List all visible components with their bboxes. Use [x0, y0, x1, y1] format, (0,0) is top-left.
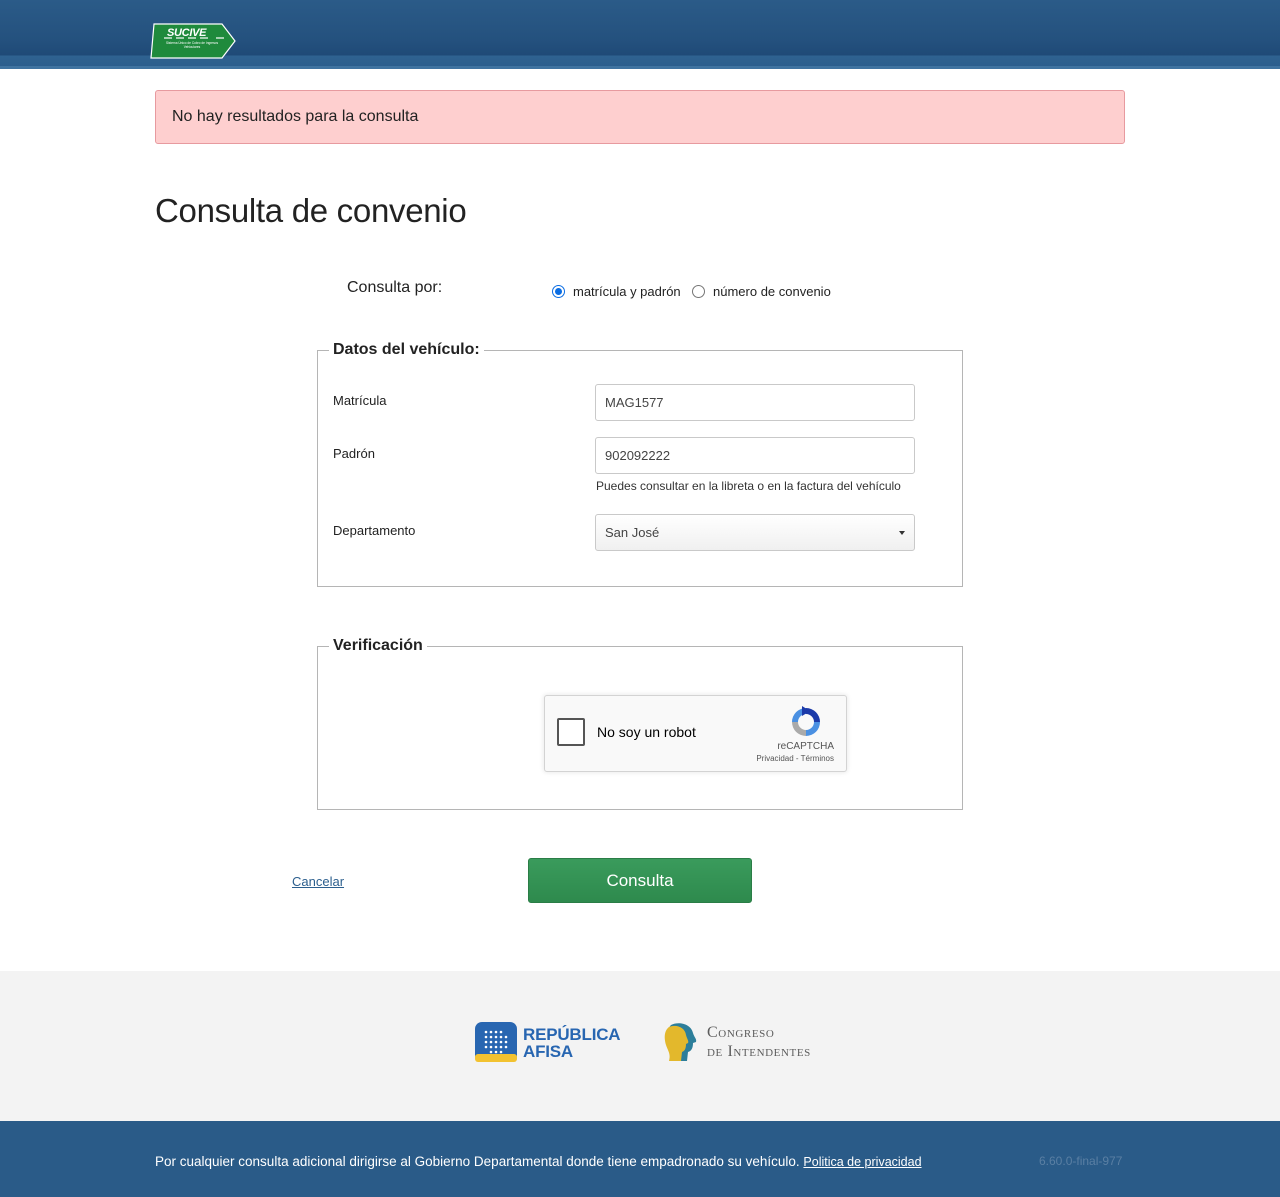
recaptcha-links-separator: -	[793, 754, 801, 763]
recaptcha-links: Privacidad - Términos	[756, 754, 834, 763]
congreso-intendentes-logo: Congreso de Intendentes	[663, 1021, 848, 1063]
padron-input[interactable]: 902092222	[595, 437, 915, 474]
cancel-link[interactable]: Cancelar	[292, 874, 344, 889]
alert-message: No hay resultados para la consulta	[172, 108, 419, 125]
matricula-input[interactable]: MAG1577	[595, 384, 915, 421]
vehicle-data-fieldset: Datos del vehículo: Matrícula MAG1577 Pa…	[317, 340, 963, 587]
radio-numero-convenio[interactable]: número de convenio	[692, 284, 831, 299]
recaptcha-brand: reCAPTCHA	[777, 741, 834, 752]
bottom-footer: Por cualquier consulta adicional dirigir…	[0, 1121, 1280, 1197]
departamento-value: San José	[605, 525, 660, 540]
page-title: Consulta de convenio	[155, 192, 467, 229]
verification-legend: Verificación	[329, 636, 427, 656]
departamento-label: Departamento	[333, 523, 416, 538]
republica-afisa-logo: REPÚBLICA AFISA	[474, 1020, 626, 1064]
padron-label: Padrón	[333, 446, 375, 461]
top-header: SUCIVE Sistema Único de Cobro de Ingreso…	[0, 0, 1280, 69]
recaptcha-checkbox[interactable]	[557, 718, 585, 746]
congreso-line1: Congreso	[707, 1024, 775, 1041]
recaptcha-privacy-link[interactable]: Privacidad	[756, 754, 793, 763]
vehicle-data-legend: Datos del vehículo:	[329, 340, 484, 360]
verification-fieldset: Verificación No soy un robot reCAPTCHA P…	[317, 636, 963, 810]
consulta-button[interactable]: Consulta	[528, 858, 752, 903]
recaptcha-label: No soy un robot	[597, 724, 696, 740]
radio-label: matrícula y padrón	[573, 284, 681, 299]
version-label: 6.60.0-final-977	[1039, 1154, 1123, 1168]
padron-help-text: Puedes consultar en la libreta o en la f…	[596, 479, 901, 493]
logo-subtitle: Sistema Único de Cobro de Ingresos Vehic…	[165, 41, 219, 49]
privacy-policy-link[interactable]: Politica de privacidad	[803, 1155, 921, 1169]
recaptcha-terms-link[interactable]: Términos	[801, 754, 834, 763]
congreso-line2: de Intendentes	[707, 1043, 811, 1060]
matricula-label: Matrícula	[333, 393, 387, 408]
padron-value: 902092222	[605, 448, 671, 463]
footer-message: Por cualquier consulta adicional dirigir…	[155, 1154, 804, 1169]
recaptcha-widget: No soy un robot reCAPTCHA Privacidad - T…	[544, 695, 847, 772]
congreso-profile-icon	[664, 1023, 697, 1061]
sucive-logo[interactable]: SUCIVE Sistema Único de Cobro de Ingreso…	[150, 23, 236, 60]
radio-matricula-padron[interactable]: matrícula y padrón	[552, 284, 681, 299]
congreso-text: Congreso de Intendentes	[707, 1023, 811, 1061]
departamento-select[interactable]: San José	[595, 514, 915, 551]
partners-footer: REPÚBLICA AFISA Congreso de Intendentes	[0, 971, 1280, 1121]
chevron-down-icon	[899, 530, 905, 535]
radio-label: número de convenio	[713, 284, 831, 299]
matricula-value: MAG1577	[605, 395, 664, 410]
afisa-emblem-icon	[475, 1022, 517, 1062]
consulta-por-label: Consulta por:	[347, 279, 443, 296]
recaptcha-logo-icon	[792, 706, 820, 736]
afisa-line1: REPÚBLICA	[523, 1025, 621, 1044]
logo-text: SUCIVE	[167, 27, 207, 39]
footer-text: Por cualquier consulta adicional dirigir…	[155, 1154, 922, 1169]
radio-button[interactable]	[692, 285, 705, 298]
no-results-alert: No hay resultados para la consulta	[155, 90, 1125, 144]
afisa-line2: AFISA	[523, 1042, 574, 1061]
radio-button-checked[interactable]	[552, 285, 565, 298]
afisa-text: REPÚBLICA AFISA	[523, 1025, 621, 1061]
